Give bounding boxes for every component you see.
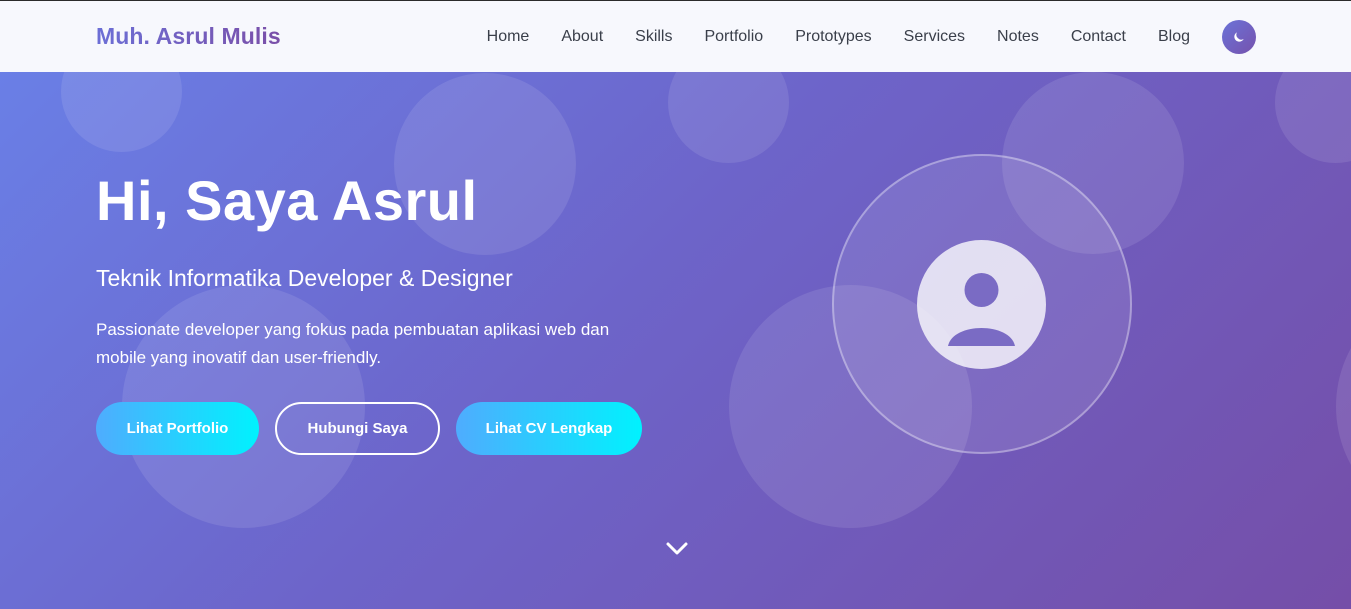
nav-link-services[interactable]: Services [904, 28, 965, 46]
hero-description: Passionate developer yang fokus pada pem… [96, 320, 610, 367]
chevron-down-icon [666, 542, 688, 555]
site-logo[interactable]: Muh. Asrul Mulis [96, 23, 281, 50]
decorative-bubble [1336, 285, 1351, 528]
decorative-bubble [61, 72, 182, 152]
user-icon [948, 273, 1015, 346]
decorative-bubble [668, 72, 789, 163]
decorative-bubble [1275, 72, 1351, 163]
nav-link-blog[interactable]: Blog [1158, 28, 1190, 46]
theme-toggle-button[interactable] [1222, 19, 1256, 54]
nav-link-notes[interactable]: Notes [997, 28, 1039, 46]
view-portfolio-button[interactable]: Lihat Portfolio [96, 402, 259, 455]
nav-link-home[interactable]: Home [487, 28, 530, 46]
nav-link-skills[interactable]: Skills [635, 28, 672, 46]
hero-title: Hi, Saya Asrul [96, 169, 478, 232]
hero-subtitle: Teknik Informatika Developer & Designer [96, 265, 513, 291]
scroll-down-button[interactable] [664, 540, 690, 558]
nav-link-portfolio[interactable]: Portfolio [704, 28, 763, 46]
profile-avatar [917, 240, 1046, 369]
contact-me-button[interactable]: Hubungi Saya [275, 402, 440, 455]
nav-links: Home About Skills Portfolio Prototypes S… [487, 19, 1256, 54]
nav-link-about[interactable]: About [561, 28, 603, 46]
hero-section: Hi, Saya Asrul Teknik Informatika Develo… [0, 72, 1351, 609]
view-cv-button[interactable]: Lihat CV Lengkap [456, 402, 642, 455]
nav-link-contact[interactable]: Contact [1071, 28, 1126, 46]
navbar: Muh. Asrul Mulis Home About Skills Portf… [0, 0, 1351, 72]
moon-icon [1234, 31, 1244, 42]
nav-link-prototypes[interactable]: Prototypes [795, 28, 871, 46]
